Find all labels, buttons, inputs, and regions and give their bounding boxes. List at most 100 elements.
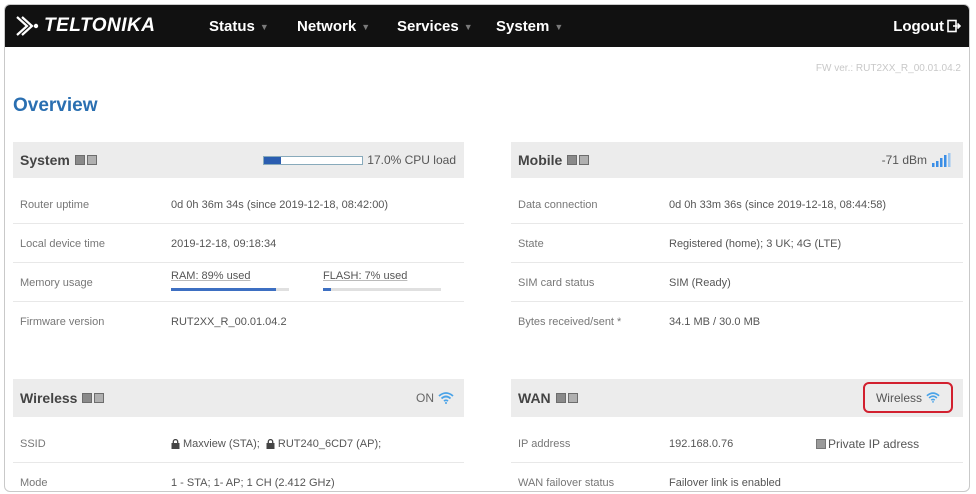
- row-ssid: SSID Maxview (STA); RUT240_6CD7 (AP);: [13, 425, 464, 463]
- signal-strength: -71 dBm: [882, 153, 951, 167]
- firmware-version-value: RUT2XX_R_00.01.04.2: [171, 316, 287, 328]
- row-memory-usage: Memory usage RAM: 89% used FLASH: 7% use…: [13, 264, 464, 302]
- flash-usage-bar: [323, 288, 441, 291]
- private-ip-link[interactable]: Private IP adress: [816, 437, 919, 451]
- settings-icon[interactable]: [567, 393, 578, 403]
- data-connection-value: 0d 0h 33m 36s (since 2019-12-18, 08:44:5…: [669, 198, 887, 211]
- lock-icon: [266, 438, 275, 449]
- cpu-load-label: 17.0% CPU load: [367, 153, 456, 167]
- brand-name: TELTONIKA: [44, 15, 156, 36]
- private-ip-icon: [816, 438, 826, 449]
- nav-status[interactable]: Status ▼: [209, 5, 269, 47]
- settings-icon[interactable]: [579, 155, 590, 165]
- nav-network-label: Network: [297, 17, 357, 35]
- info-icon[interactable]: [567, 155, 578, 165]
- state-label: State: [518, 237, 544, 250]
- firmware-version-label: FW ver.: RUT2XX_R_00.01.04.2: [815, 63, 961, 74]
- logout-icon: [947, 19, 961, 33]
- nav-system-label: System: [496, 17, 550, 35]
- chevron-down-icon: ▼: [361, 21, 371, 32]
- data-connection-label: Data connection: [518, 198, 598, 211]
- info-icon[interactable]: [555, 393, 566, 403]
- signal-strength-label: -71 dBm: [881, 153, 927, 167]
- wan-failover-status-label: WAN failover status: [518, 477, 615, 489]
- ssid-label: SSID: [20, 437, 46, 450]
- nav-services-label: Services: [397, 17, 459, 35]
- row-router-uptime: Router uptime 0d 0h 36m 34s (since 2019-…: [13, 186, 464, 224]
- logout-button[interactable]: Logout: [893, 5, 961, 47]
- cpu-load-bar: [263, 155, 364, 165]
- cpu-load-fill: [264, 156, 281, 164]
- row-state: State Registered (home); 3 UK; 4G (LTE): [511, 225, 963, 263]
- logout-label: Logout: [893, 17, 944, 35]
- flash-usage-label: FLASH: 7% used: [323, 270, 408, 282]
- sim-card-status-label: SIM card status: [518, 276, 595, 289]
- local-device-time-value: 2019-12-18, 09:18:34: [171, 237, 277, 250]
- wireless-status: ON: [416, 391, 454, 405]
- lock-icon: [171, 438, 180, 449]
- private-ip-link-label: Private IP adress: [828, 436, 920, 451]
- ram-usage: RAM: 89% used: [171, 270, 289, 291]
- ssid-ap-value: RUT240_6CD7 (AP);: [277, 437, 382, 450]
- row-bytes-received-sent: Bytes received/sent * 34.1 MB / 30.0 MB: [511, 303, 963, 341]
- ssid-sta-value: Maxview (STA);: [183, 437, 260, 450]
- sim-card-status-value: SIM (Ready): [669, 276, 731, 289]
- chevron-down-icon: ▼: [259, 21, 269, 32]
- memory-usage-label: Memory usage: [20, 276, 93, 289]
- ram-usage-label: RAM: 89% used: [171, 270, 251, 282]
- row-data-connection: Data connection 0d 0h 33m 36s (since 201…: [511, 186, 963, 224]
- local-device-time-label: Local device time: [20, 237, 105, 250]
- settings-icon[interactable]: [86, 155, 97, 165]
- row-mode: Mode 1 - STA; 1- AP; 1 CH (2.412 GHz): [13, 464, 464, 491]
- wireless-status-label: ON: [416, 391, 434, 405]
- flash-usage: FLASH: 7% used: [323, 270, 441, 291]
- wan-status-highlight: Wireless: [863, 382, 953, 413]
- row-sim-card-status: SIM card status SIM (Ready): [511, 264, 963, 302]
- nav-services[interactable]: Services ▼: [397, 5, 473, 47]
- ssid-value: Maxview (STA); RUT240_6CD7 (AP);: [171, 438, 381, 450]
- settings-icon[interactable]: [94, 393, 105, 403]
- ram-usage-fill: [171, 288, 277, 291]
- row-ip-address: IP address 192.168.0.76 Private IP adres…: [511, 425, 963, 463]
- nav-system[interactable]: System ▼: [496, 5, 563, 47]
- info-icon[interactable]: [82, 393, 93, 403]
- row-local-device-time: Local device time 2019-12-18, 09:18:34: [13, 225, 464, 263]
- wifi-icon: [438, 392, 454, 404]
- wireless-panel-header: Wireless ON: [13, 379, 464, 417]
- router-admin-window: TELTONIKA Status ▼ Network ▼ Services ▼ …: [4, 4, 970, 492]
- row-wan-failover-status: WAN failover status Failover link is ena…: [511, 464, 963, 491]
- wan-panel-header: WAN Wireless: [511, 379, 963, 417]
- info-icon[interactable]: [74, 155, 85, 165]
- bytes-received-sent-label: Bytes received/sent *: [518, 316, 622, 328]
- cpu-load: 17.0% CPU load: [263, 153, 456, 167]
- teltonika-wing-icon: [16, 16, 39, 36]
- mode-label: Mode: [20, 477, 48, 489]
- system-panel-title: System: [20, 152, 70, 168]
- ip-address-value: 192.168.0.76: [669, 437, 734, 450]
- wan-failover-status-value: Failover link is enabled: [669, 477, 781, 489]
- wireless-panel-title: Wireless: [20, 390, 78, 406]
- chevron-down-icon: ▼: [554, 21, 564, 32]
- ip-address-label: IP address: [518, 437, 571, 450]
- brand-logo[interactable]: TELTONIKA: [15, 13, 155, 39]
- wifi-icon: [926, 392, 940, 403]
- nav-status-label: Status: [209, 17, 255, 35]
- mobile-panel-header: Mobile -71 dBm: [511, 142, 963, 178]
- top-navigation-bar: TELTONIKA Status ▼ Network ▼ Services ▼ …: [5, 5, 969, 47]
- page-title: Overview: [13, 95, 98, 116]
- wan-panel-title: WAN: [518, 390, 551, 406]
- firmware-version-row-label: Firmware version: [20, 316, 105, 328]
- wan-status-label: Wireless: [875, 390, 922, 405]
- signal-bars-icon: [932, 153, 951, 167]
- router-uptime-value: 0d 0h 36m 34s (since 2019-12-18, 08:42:0…: [171, 198, 389, 211]
- nav-network[interactable]: Network ▼: [297, 5, 370, 47]
- row-firmware-version: Firmware version RUT2XX_R_00.01.04.2: [13, 303, 464, 341]
- state-value: Registered (home); 3 UK; 4G (LTE): [669, 237, 842, 250]
- mobile-panel-title: Mobile: [518, 152, 563, 168]
- bytes-received-sent-value: 34.1 MB / 30.0 MB: [669, 316, 761, 328]
- flash-usage-fill: [323, 288, 332, 291]
- chevron-down-icon: ▼: [463, 21, 473, 32]
- mode-value: 1 - STA; 1- AP; 1 CH (2.412 GHz): [171, 477, 335, 489]
- router-uptime-label: Router uptime: [20, 198, 90, 211]
- system-panel-header: System 17.0% CPU load: [13, 142, 464, 178]
